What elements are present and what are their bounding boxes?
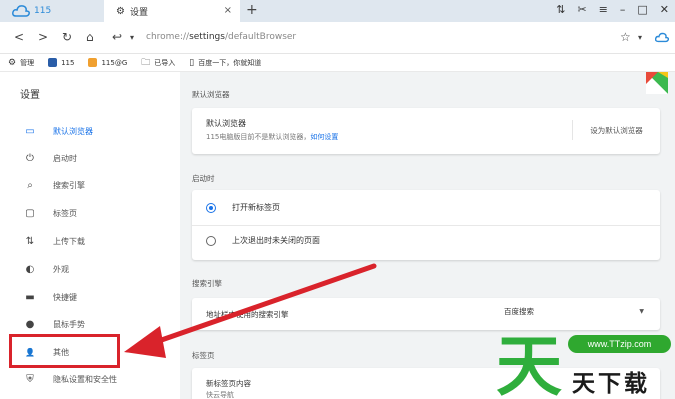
- watermark-logo: 天: [496, 327, 562, 399]
- watermark-url: www.TTzip.com: [568, 335, 671, 353]
- watermark-text: 天下载: [572, 371, 650, 397]
